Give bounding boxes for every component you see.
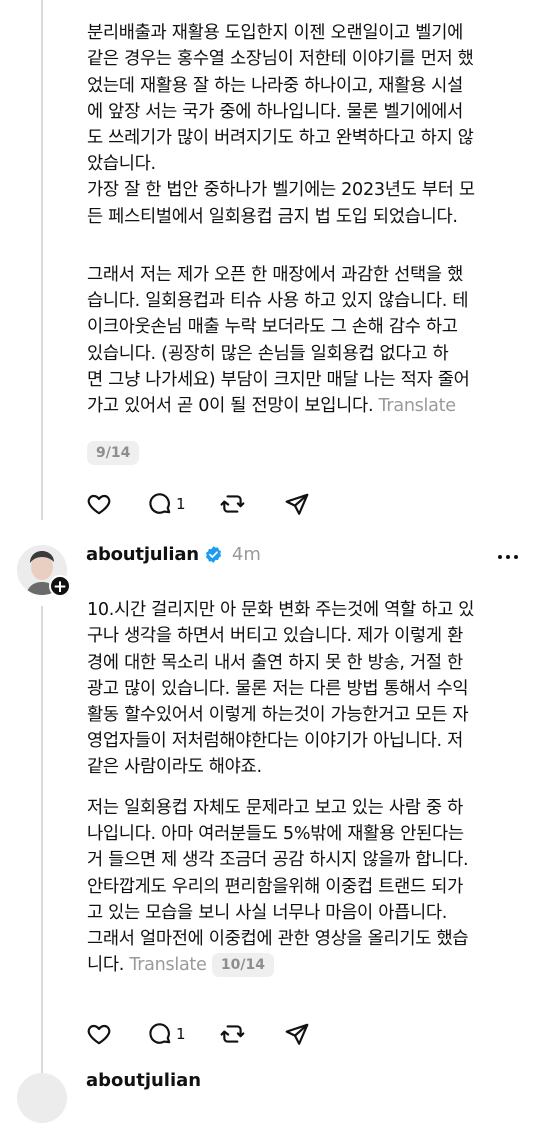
repost-icon [220, 495, 245, 513]
post-top-counter-wrap: 9/14 [87, 441, 140, 465]
post-top-body: 분리배출과 재활용 도입한지 이젠 오랜일이고 벨기에 같은 경우는 홍수열 소… [87, 0, 527, 230]
comment-icon [149, 493, 171, 514]
follow-plus-button[interactable]: + [49, 575, 71, 597]
translate-link[interactable]: Translate [379, 396, 456, 416]
reply-count: 1 [176, 495, 186, 513]
thread-line-top [41, 0, 43, 520]
repost-icon [220, 1025, 245, 1043]
more-options-button[interactable] [496, 548, 520, 567]
post-header: aboutjulian 4m [86, 541, 261, 567]
post-main-paragraph-2: 저는 일회용컵 자체도 문제라고 보고 있는 사람 중 하 나입니다. 아마 여… [87, 798, 469, 976]
like-button[interactable] [86, 489, 112, 519]
next-post-username[interactable]: aboutjulian [86, 1070, 201, 1091]
thread-line-main [41, 606, 43, 1080]
post-time: 4m [231, 543, 261, 565]
share-button[interactable] [284, 1019, 310, 1049]
post-main-actions: 1 [86, 1019, 326, 1049]
repost-button[interactable] [220, 1019, 246, 1049]
more-icon [498, 555, 518, 559]
post-main-body: 10.시간 걸리지만 아 문화 변화 주는것에 역할 하고 있 구나 생각을 하… [87, 571, 527, 781]
reply-button[interactable]: 1 [147, 1019, 186, 1049]
like-button[interactable] [86, 1019, 112, 1049]
next-post-avatar[interactable] [17, 1073, 67, 1123]
verified-badge-icon [205, 545, 221, 563]
translate-link[interactable]: Translate [129, 955, 206, 975]
post-main-body-2: 저는 일회용컵 자체도 문제라고 보고 있는 사람 중 하 나입니다. 아마 여… [87, 795, 527, 978]
username[interactable]: aboutjulian [86, 544, 199, 565]
share-button[interactable] [284, 489, 310, 519]
post-top-paragraph-2: 그래서 저는 제가 오픈 한 매장에서 과감한 선택을 했 습니다. 일회용컵과… [87, 265, 470, 417]
post-counter-badge: 10/14 [211, 953, 274, 978]
post-main-paragraph-1: 10.시간 걸리지만 아 문화 변화 주는것에 역할 하고 있 구나 생각을 하… [87, 600, 475, 778]
send-icon [285, 1023, 309, 1045]
post-top-actions: 1 [86, 489, 326, 519]
reply-button[interactable]: 1 [147, 489, 186, 519]
comment-icon [149, 1023, 171, 1044]
reply-count: 1 [176, 1025, 186, 1043]
heart-icon [87, 494, 111, 515]
send-icon [285, 493, 309, 515]
post-top-body-2: 그래서 저는 제가 오픈 한 매장에서 과감한 선택을 했 습니다. 일회용컵과… [87, 262, 527, 419]
repost-button[interactable] [220, 489, 246, 519]
post-top-paragraph-1: 분리배출과 재활용 도입한지 이젠 오랜일이고 벨기에 같은 경우는 홍수열 소… [87, 23, 475, 227]
heart-icon [87, 1024, 111, 1045]
post-counter-badge: 9/14 [87, 441, 140, 465]
